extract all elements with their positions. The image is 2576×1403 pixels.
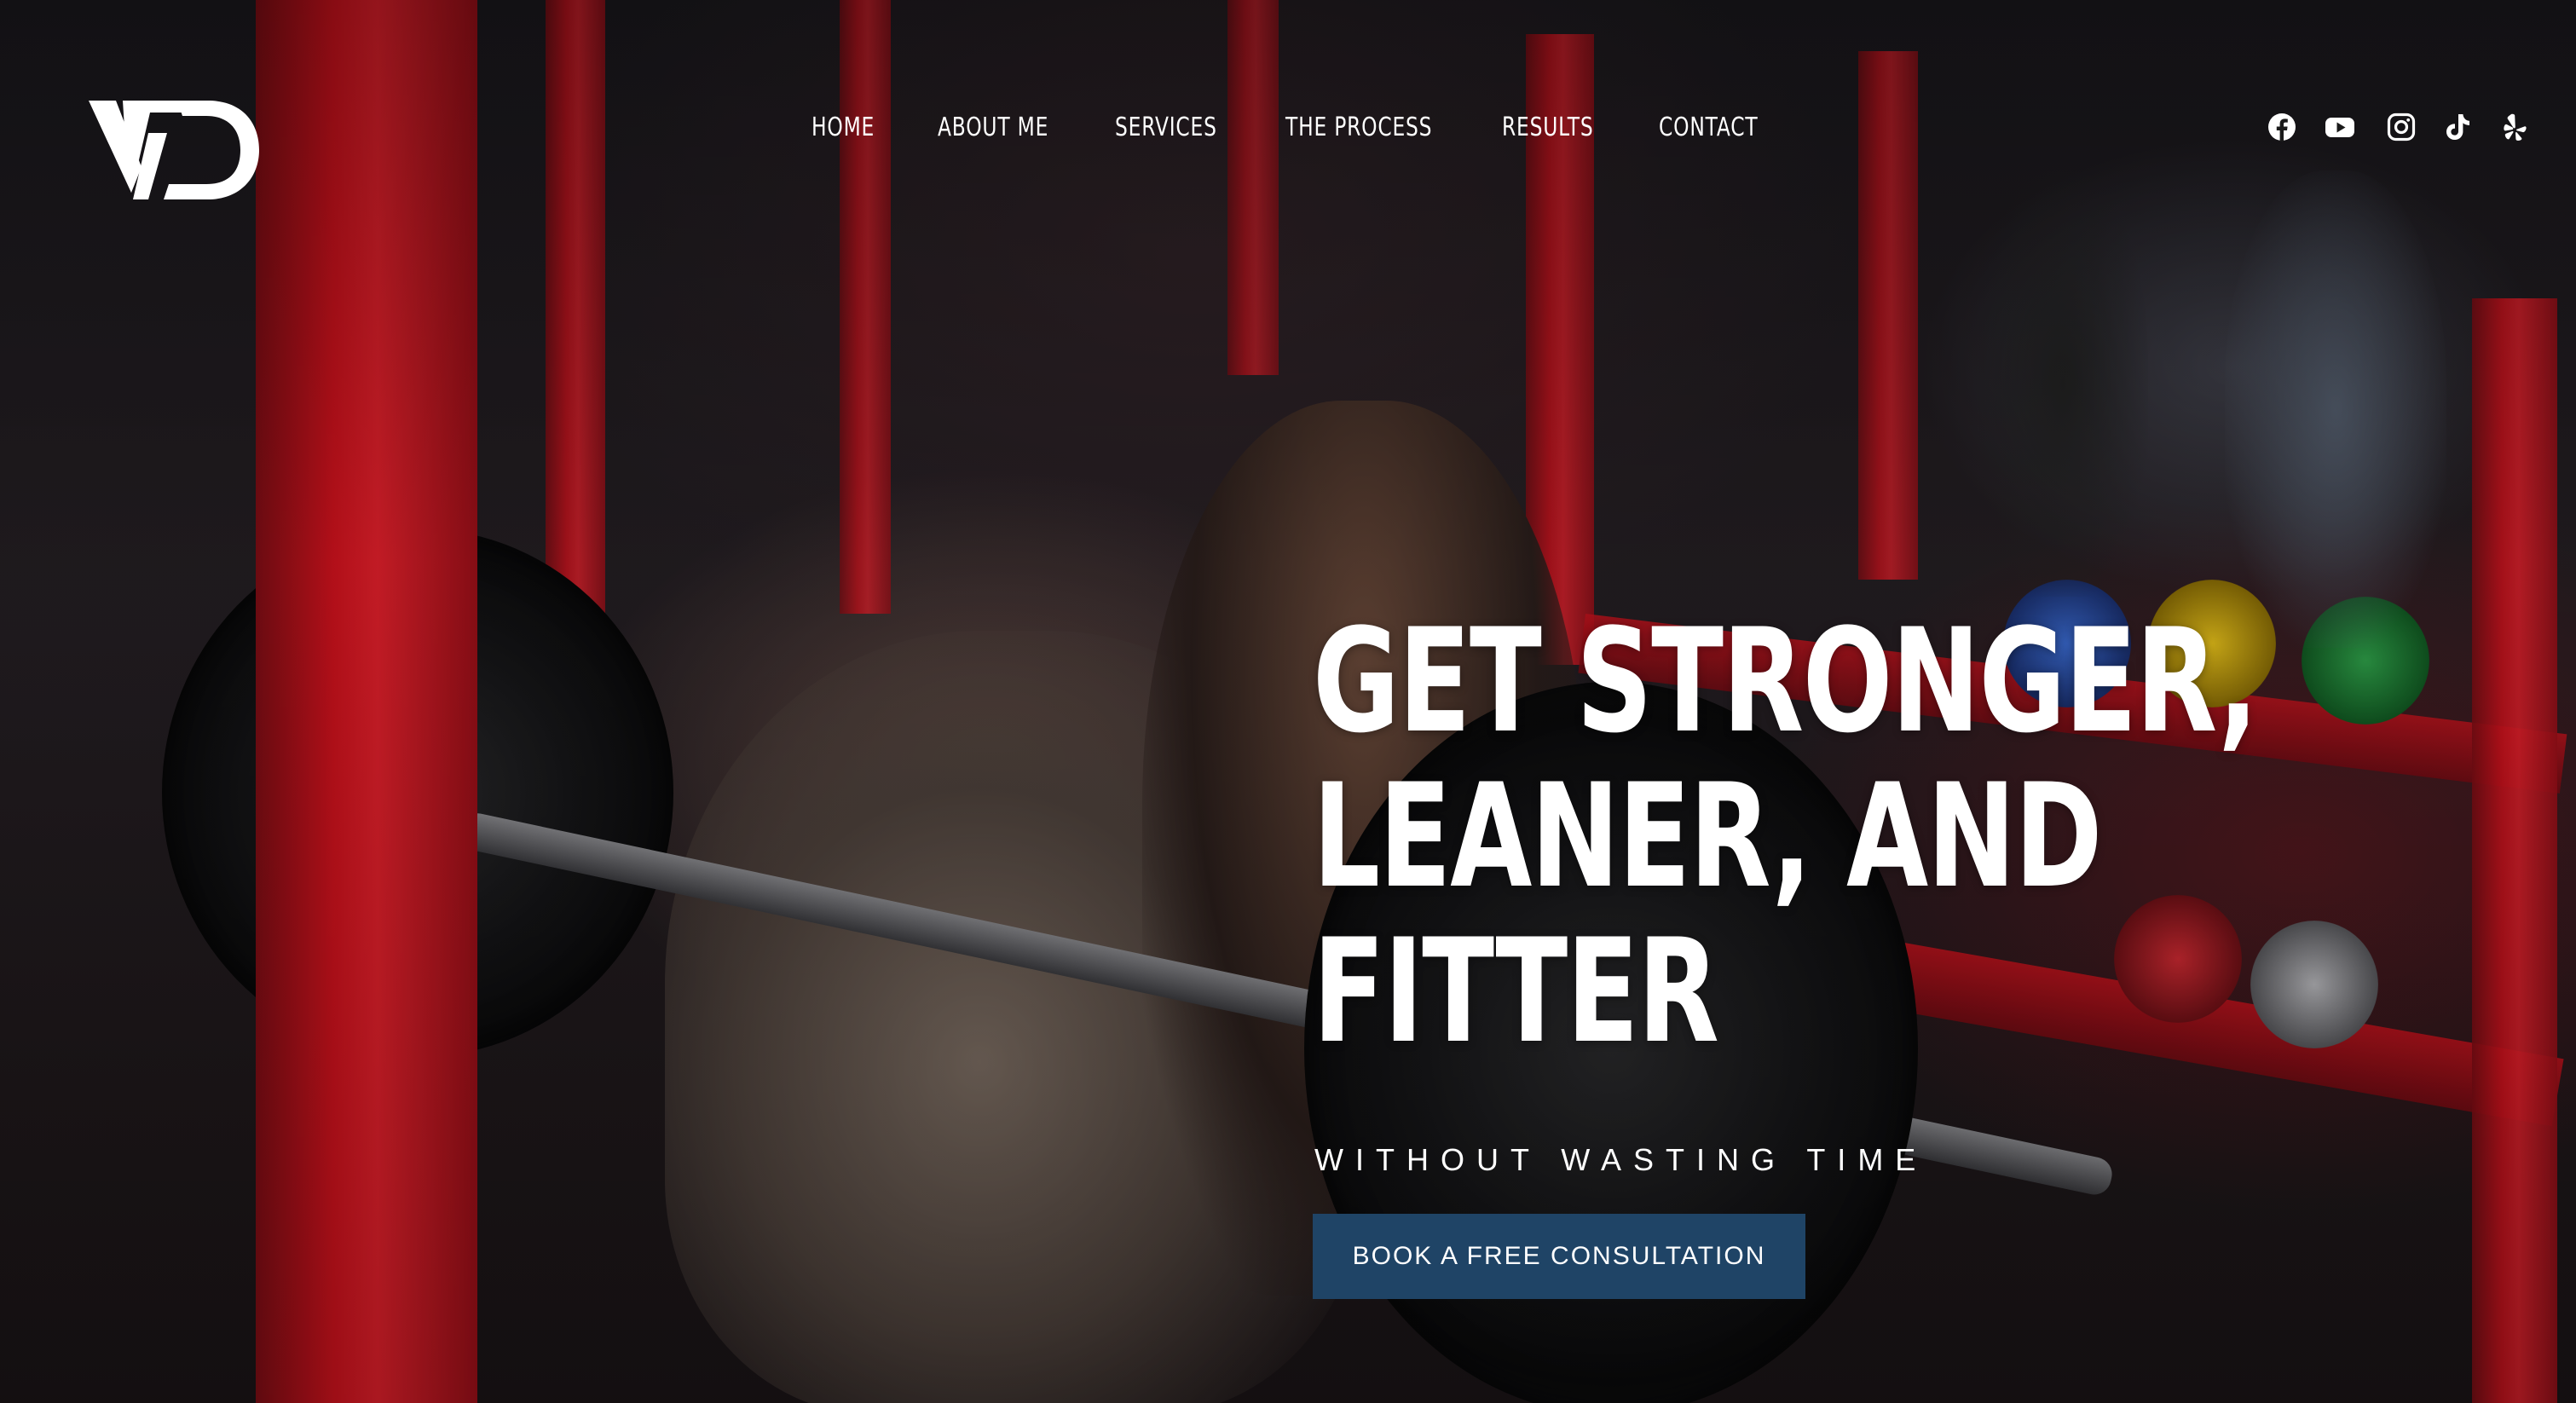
nav-results[interactable]: RESULTS [1502, 113, 1593, 142]
nav-contact[interactable]: CONTACT [1659, 113, 1758, 142]
hero-section: HOME ABOUT ME SERVICES THE PROCESS RESUL… [0, 0, 2576, 1403]
site-logo[interactable] [89, 99, 259, 201]
site-header: HOME ABOUT ME SERVICES THE PROCESS RESUL… [0, 0, 2576, 256]
nav-home[interactable]: HOME [811, 113, 875, 142]
hero-headline: GET STRONGER, LEANER, AND FITTER [1313, 603, 2385, 1069]
nav-the-process[interactable]: THE PROCESS [1285, 113, 1432, 142]
instagram-icon[interactable] [2387, 113, 2416, 141]
nav-services[interactable]: SERVICES [1115, 113, 1217, 142]
headline-line: GET STRONGER, [1313, 598, 2258, 765]
nav-about-me[interactable]: ABOUT ME [938, 113, 1048, 142]
headline-line: LEANER, AND [1313, 753, 2103, 920]
headline-line: FITTER [1313, 908, 1719, 1075]
vd-logo-icon [89, 101, 259, 199]
hero-subheadline: WITHOUT WASTING TIME [1314, 1142, 1928, 1177]
tiktok-icon[interactable] [2443, 113, 2472, 141]
youtube-icon[interactable] [2325, 113, 2354, 141]
yelp-icon[interactable] [2499, 113, 2528, 141]
book-consultation-button[interactable]: BOOK A FREE CONSULTATION [1313, 1214, 1805, 1299]
facebook-icon[interactable] [2267, 113, 2296, 141]
